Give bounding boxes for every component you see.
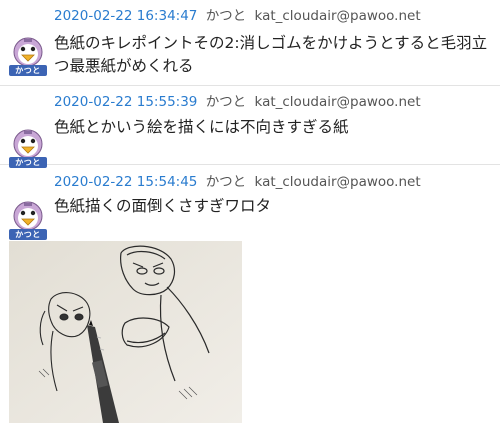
status-meta: 2020-02-22 16:34:47 かつと kat_cloudair@paw… [54, 8, 421, 24]
status-post: 2020-02-22 16:34:47 かつと kat_cloudair@paw… [0, 0, 500, 86]
status-post: 2020-02-22 15:55:39 かつと kat_cloudair@paw… [0, 86, 500, 168]
timeline: 2020-02-22 16:34:47 かつと kat_cloudair@paw… [0, 0, 500, 430]
status-timestamp-link[interactable]: 2020-02-22 15:55:39 [54, 94, 197, 110]
avatar-name-tag: かつと [9, 65, 47, 76]
status-meta: 2020-02-22 15:55:39 かつと kat_cloudair@paw… [54, 94, 421, 110]
display-name: かつと [205, 174, 247, 190]
avatar-name-tag: かつと [9, 229, 47, 240]
avatar[interactable]: かつと [9, 36, 47, 76]
media-attachment[interactable] [9, 241, 242, 423]
status-meta: 2020-02-22 15:54:45 かつと kat_cloudair@paw… [54, 174, 421, 190]
status-content: 色紙描くの面倒くさすぎワロタ [54, 197, 272, 215]
status-post: 2020-02-22 15:54:45 かつと kat_cloudair@paw… [0, 165, 500, 430]
display-name: かつと [205, 94, 247, 110]
status-timestamp-link[interactable]: 2020-02-22 15:54:45 [54, 174, 197, 190]
account-handle[interactable]: kat_cloudair@pawoo.net [254, 174, 420, 190]
display-name: かつと [205, 8, 247, 24]
status-content: 色紙とかいう絵を描くには不向きすぎる紙 [54, 118, 349, 136]
avatar[interactable]: かつと [9, 128, 47, 168]
status-timestamp-link[interactable]: 2020-02-22 16:34:47 [54, 8, 197, 24]
status-content: 色紙のキレポイントその2:消しゴムをかけようとすると毛羽立つ最悪紙がめくれる [54, 34, 488, 75]
account-handle[interactable]: kat_cloudair@pawoo.net [254, 8, 420, 24]
avatar[interactable]: かつと [9, 200, 47, 240]
account-handle[interactable]: kat_cloudair@pawoo.net [254, 94, 420, 110]
sketch-photo-image [9, 241, 242, 423]
